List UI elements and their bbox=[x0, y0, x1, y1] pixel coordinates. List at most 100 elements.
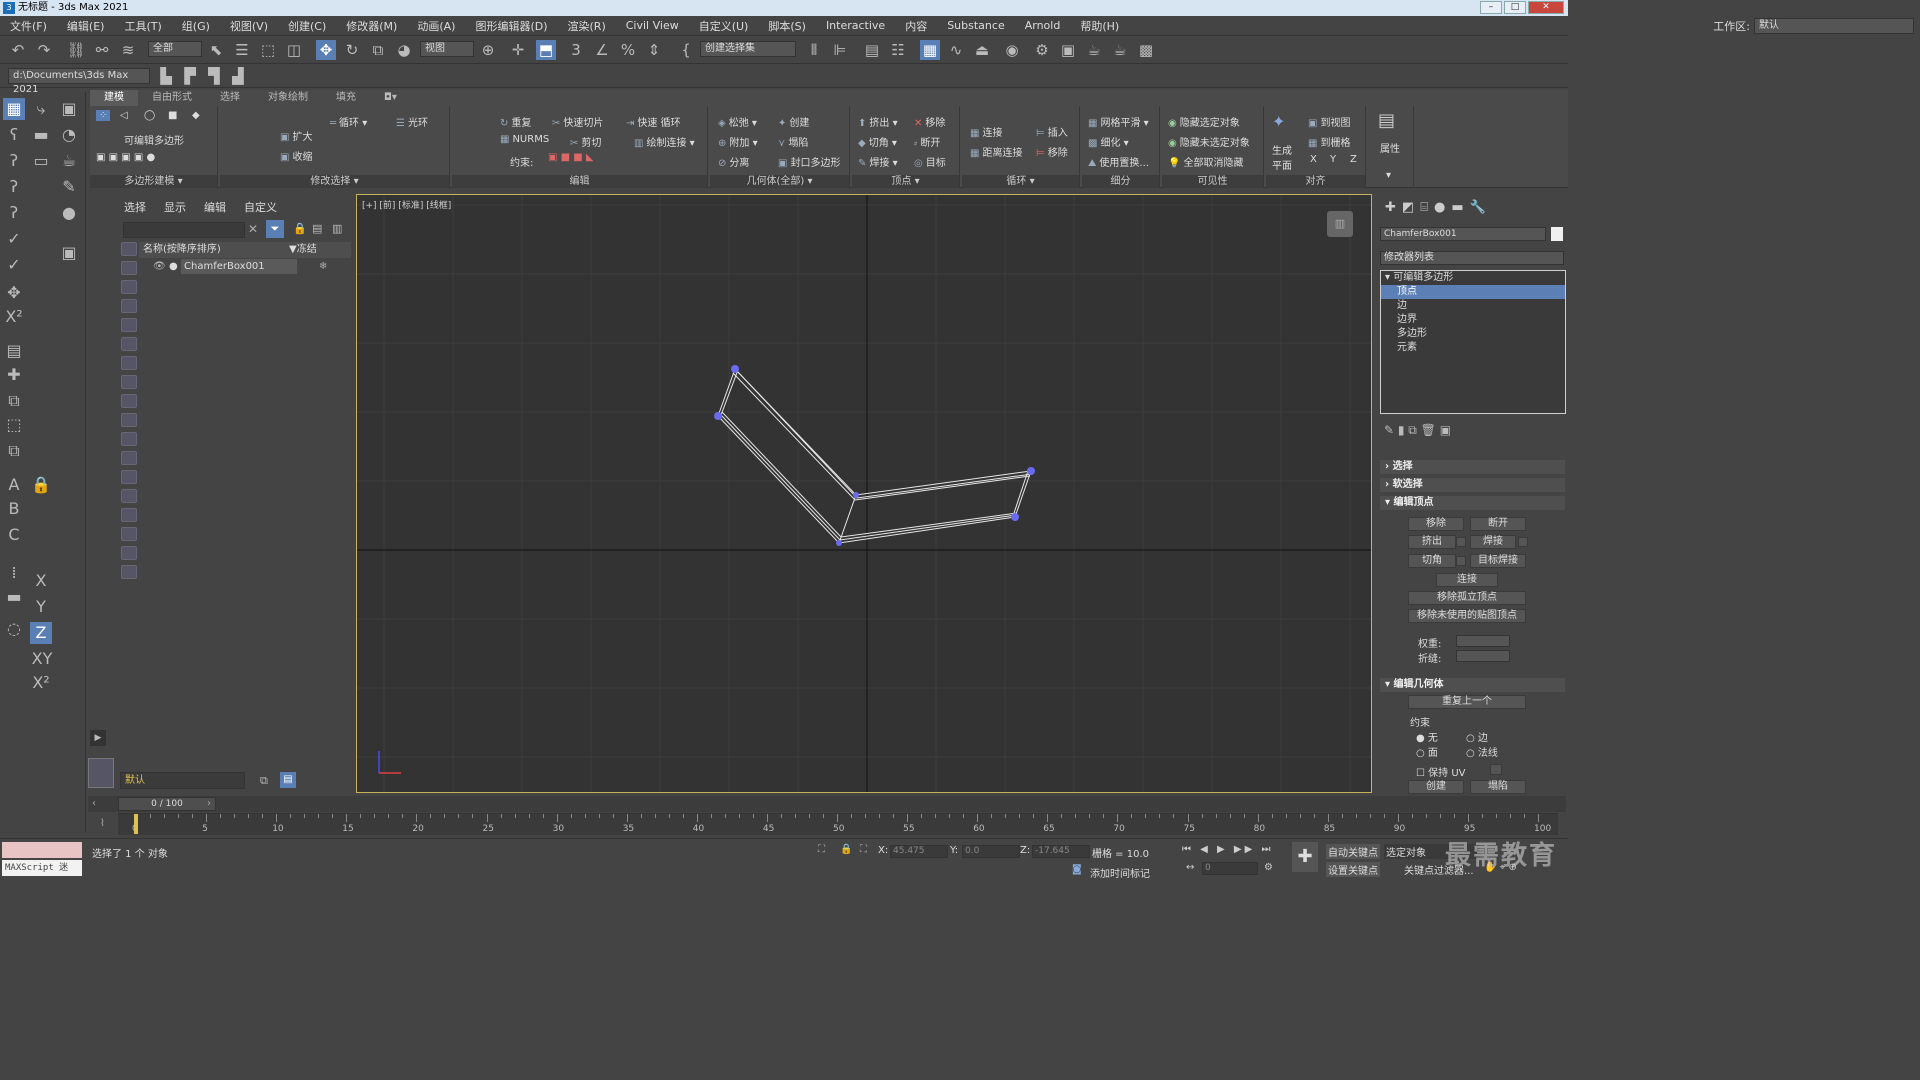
snap-toggle-icon[interactable]: 3 bbox=[566, 40, 586, 60]
nurms-button[interactable]: ▦ NURMS bbox=[500, 134, 549, 145]
axis-x-button[interactable]: X bbox=[30, 570, 52, 592]
constraint-normal-radio[interactable]: ○ 法线 bbox=[1466, 744, 1498, 759]
break-button[interactable]: ⸗ 断开 bbox=[914, 134, 940, 149]
properties-label[interactable]: 属性 bbox=[1380, 140, 1400, 155]
object-name[interactable]: ChamferBox001 bbox=[181, 259, 297, 274]
generate-plane-label[interactable]: 生成平面 bbox=[1270, 142, 1294, 172]
render-setup-icon[interactable]: ⚙ bbox=[1032, 40, 1052, 60]
unlink-icon[interactable]: ⚯ bbox=[92, 40, 112, 60]
viewport-label[interactable]: [+] [前] [标准] [线框] bbox=[362, 198, 451, 211]
axis-z-button[interactable]: Z bbox=[30, 622, 52, 644]
freeze-icon[interactable]: ❄ bbox=[319, 259, 327, 274]
constraint-icons[interactable]: ▣ ■ ■ ◣ bbox=[548, 152, 594, 163]
edit-named-sel-icon[interactable]: { bbox=[676, 40, 696, 60]
xp-icon[interactable]: X² bbox=[3, 306, 25, 328]
layer-explorer-icon[interactable]: ☷ bbox=[888, 40, 908, 60]
select-manipulate-icon[interactable]: ✛ bbox=[508, 40, 528, 60]
display-containers-icon[interactable] bbox=[121, 413, 137, 427]
layer-explorer-icon[interactable]: ⧉ bbox=[260, 774, 268, 788]
connect-button[interactable]: ▦ 连接 bbox=[970, 124, 1002, 139]
attach-button[interactable]: ⊕ 附加 ▾ bbox=[718, 134, 758, 149]
render-icon[interactable]: ☕ bbox=[1084, 40, 1104, 60]
maxscript-listener[interactable] bbox=[2, 842, 82, 858]
layers-icon[interactable]: ⧉ bbox=[3, 390, 25, 412]
y-coord-field[interactable]: 0.0 bbox=[962, 845, 1020, 858]
rollout-soft-selection[interactable]: › 软选择 bbox=[1380, 478, 1565, 492]
object-name-field[interactable]: ChamferBox001 bbox=[1380, 227, 1546, 241]
maxscript-mini-listener[interactable]: MAXScript 迷 bbox=[2, 860, 82, 876]
sphere-icon[interactable]: ● bbox=[58, 202, 80, 224]
menu-interactive[interactable]: Interactive bbox=[816, 19, 895, 32]
menu-rendering[interactable]: 渲染(R) bbox=[558, 18, 616, 34]
chamfer-vertex-button[interactable]: 切角 bbox=[1408, 554, 1456, 568]
extrude-button[interactable]: ⬆ 挤出 ▾ bbox=[858, 114, 898, 129]
menu-modifiers[interactable]: 修改器(M) bbox=[336, 18, 407, 34]
named-selection-dropdown[interactable]: 创建选择集 bbox=[700, 41, 796, 57]
set-key-button[interactable]: 设置关键点 bbox=[1326, 862, 1380, 877]
ring-button[interactable]: ☰ 光环 bbox=[396, 114, 428, 129]
menu-group[interactable]: 组(G) bbox=[172, 18, 220, 34]
menu-create[interactable]: 创建(C) bbox=[278, 18, 336, 34]
curve-editor-icon[interactable]: ∿ bbox=[946, 40, 966, 60]
ring-select-icon[interactable]: ʔ bbox=[3, 202, 25, 224]
stack-item-edge[interactable]: 边 bbox=[1381, 299, 1565, 313]
select-box-icon[interactable]: ⬚ bbox=[3, 414, 25, 436]
project-path-dropdown[interactable]: d:\Documents\3ds Max 2021 bbox=[8, 68, 150, 95]
loop-button[interactable]: ═ 循环 ▾ bbox=[330, 114, 367, 129]
list-item[interactable]: 👁 ● ChamferBox001 ❄ bbox=[139, 259, 351, 274]
scene-explorer-icon[interactable]: ▤ bbox=[862, 40, 882, 60]
close-button[interactable]: ✕ bbox=[1528, 1, 1564, 14]
menu-customize[interactable]: 自定义(U) bbox=[689, 18, 759, 34]
tab-populate[interactable]: 填充 bbox=[322, 90, 370, 106]
time-prev-icon[interactable]: ‹ bbox=[92, 798, 96, 809]
viewport-canvas[interactable] bbox=[357, 195, 1372, 793]
text-a-icon[interactable]: A bbox=[3, 474, 25, 496]
column-freeze-header[interactable]: ▼冻结 bbox=[289, 242, 317, 258]
remove-button[interactable]: 移除 bbox=[1408, 517, 1464, 531]
select-tool-icon[interactable]: ▦ bbox=[3, 98, 25, 120]
inherit-container-icon[interactable]: ▜ bbox=[204, 66, 224, 86]
absolute-mode-icon[interactable]: ⛶ bbox=[860, 844, 867, 855]
explorer-menu-select[interactable]: 选择 bbox=[115, 199, 155, 215]
weight-spinner[interactable] bbox=[1456, 635, 1510, 647]
ribbon-options-icon[interactable]: ◘▾ bbox=[370, 90, 411, 106]
select-object-icon[interactable]: ⬉ bbox=[206, 40, 226, 60]
grid-axis-icon[interactable]: ⁞ bbox=[3, 562, 25, 584]
object-color-swatch[interactable] bbox=[1551, 227, 1563, 241]
current-frame-field[interactable]: 0 bbox=[1202, 862, 1258, 875]
viewport-layout-icon[interactable]: ▣ bbox=[58, 98, 80, 120]
generate-plane-icon[interactable]: ✦ bbox=[1272, 112, 1285, 131]
axis-y-button[interactable]: Y bbox=[30, 596, 52, 618]
update-container-icon[interactable]: ▟ bbox=[228, 66, 248, 86]
playback-controls[interactable]: ⏮ ◀ ▶ ▶▶ ⏭ bbox=[1182, 844, 1273, 855]
text-c-icon[interactable]: C bbox=[3, 524, 25, 546]
expand-arrow-icon[interactable]: ▶ bbox=[90, 730, 106, 746]
menu-civil-view[interactable]: Civil View bbox=[616, 19, 689, 32]
display-cameras-icon[interactable] bbox=[121, 299, 137, 313]
percent-snap-icon[interactable]: % bbox=[618, 40, 638, 60]
create-button[interactable]: ✦ 创建 bbox=[778, 114, 809, 129]
filter-icon[interactable]: ⏷ bbox=[266, 220, 284, 238]
ruler-icon[interactable]: ▬ bbox=[3, 586, 25, 608]
rotate-icon[interactable]: ↻ bbox=[342, 40, 362, 60]
rect-selection-icon[interactable]: ⬚ bbox=[258, 40, 278, 60]
view-icon[interactable]: ▣ bbox=[58, 242, 80, 264]
align-x-button[interactable]: X bbox=[1310, 154, 1317, 165]
border-mode-icon[interactable]: ◯ bbox=[144, 110, 155, 121]
motion-tab-icon[interactable]: ● bbox=[1434, 200, 1445, 218]
rollout-selection[interactable]: › 选择 bbox=[1380, 460, 1565, 474]
lasso2-icon[interactable]: ✓ bbox=[3, 228, 25, 250]
display-spacewarps-icon[interactable] bbox=[121, 337, 137, 351]
align-icon[interactable]: ⊫ bbox=[830, 40, 850, 60]
preserve-uv-checkbox[interactable]: ☐ 保持 UV bbox=[1416, 764, 1466, 779]
container-icon[interactable]: ▛ bbox=[180, 66, 200, 86]
detach-button[interactable]: ⊘ 分离 bbox=[718, 154, 749, 169]
minimize-button[interactable]: – bbox=[1480, 1, 1502, 14]
viewcube-icon[interactable]: ▥ bbox=[1327, 211, 1353, 237]
display-groups-icon[interactable] bbox=[121, 356, 137, 370]
collapse-button[interactable]: ⋎ 塌陷 bbox=[778, 134, 808, 149]
stack-tools-icons[interactable]: ✎ ▮ ⧉ 🗑 ▣ bbox=[1384, 423, 1451, 438]
auto-key-button[interactable]: 自动关键点 bbox=[1326, 844, 1380, 859]
use-displacement-button[interactable]: ⛰ 使用置换... bbox=[1088, 154, 1149, 169]
selection-lock-icon[interactable]: 🔒 bbox=[840, 844, 852, 855]
